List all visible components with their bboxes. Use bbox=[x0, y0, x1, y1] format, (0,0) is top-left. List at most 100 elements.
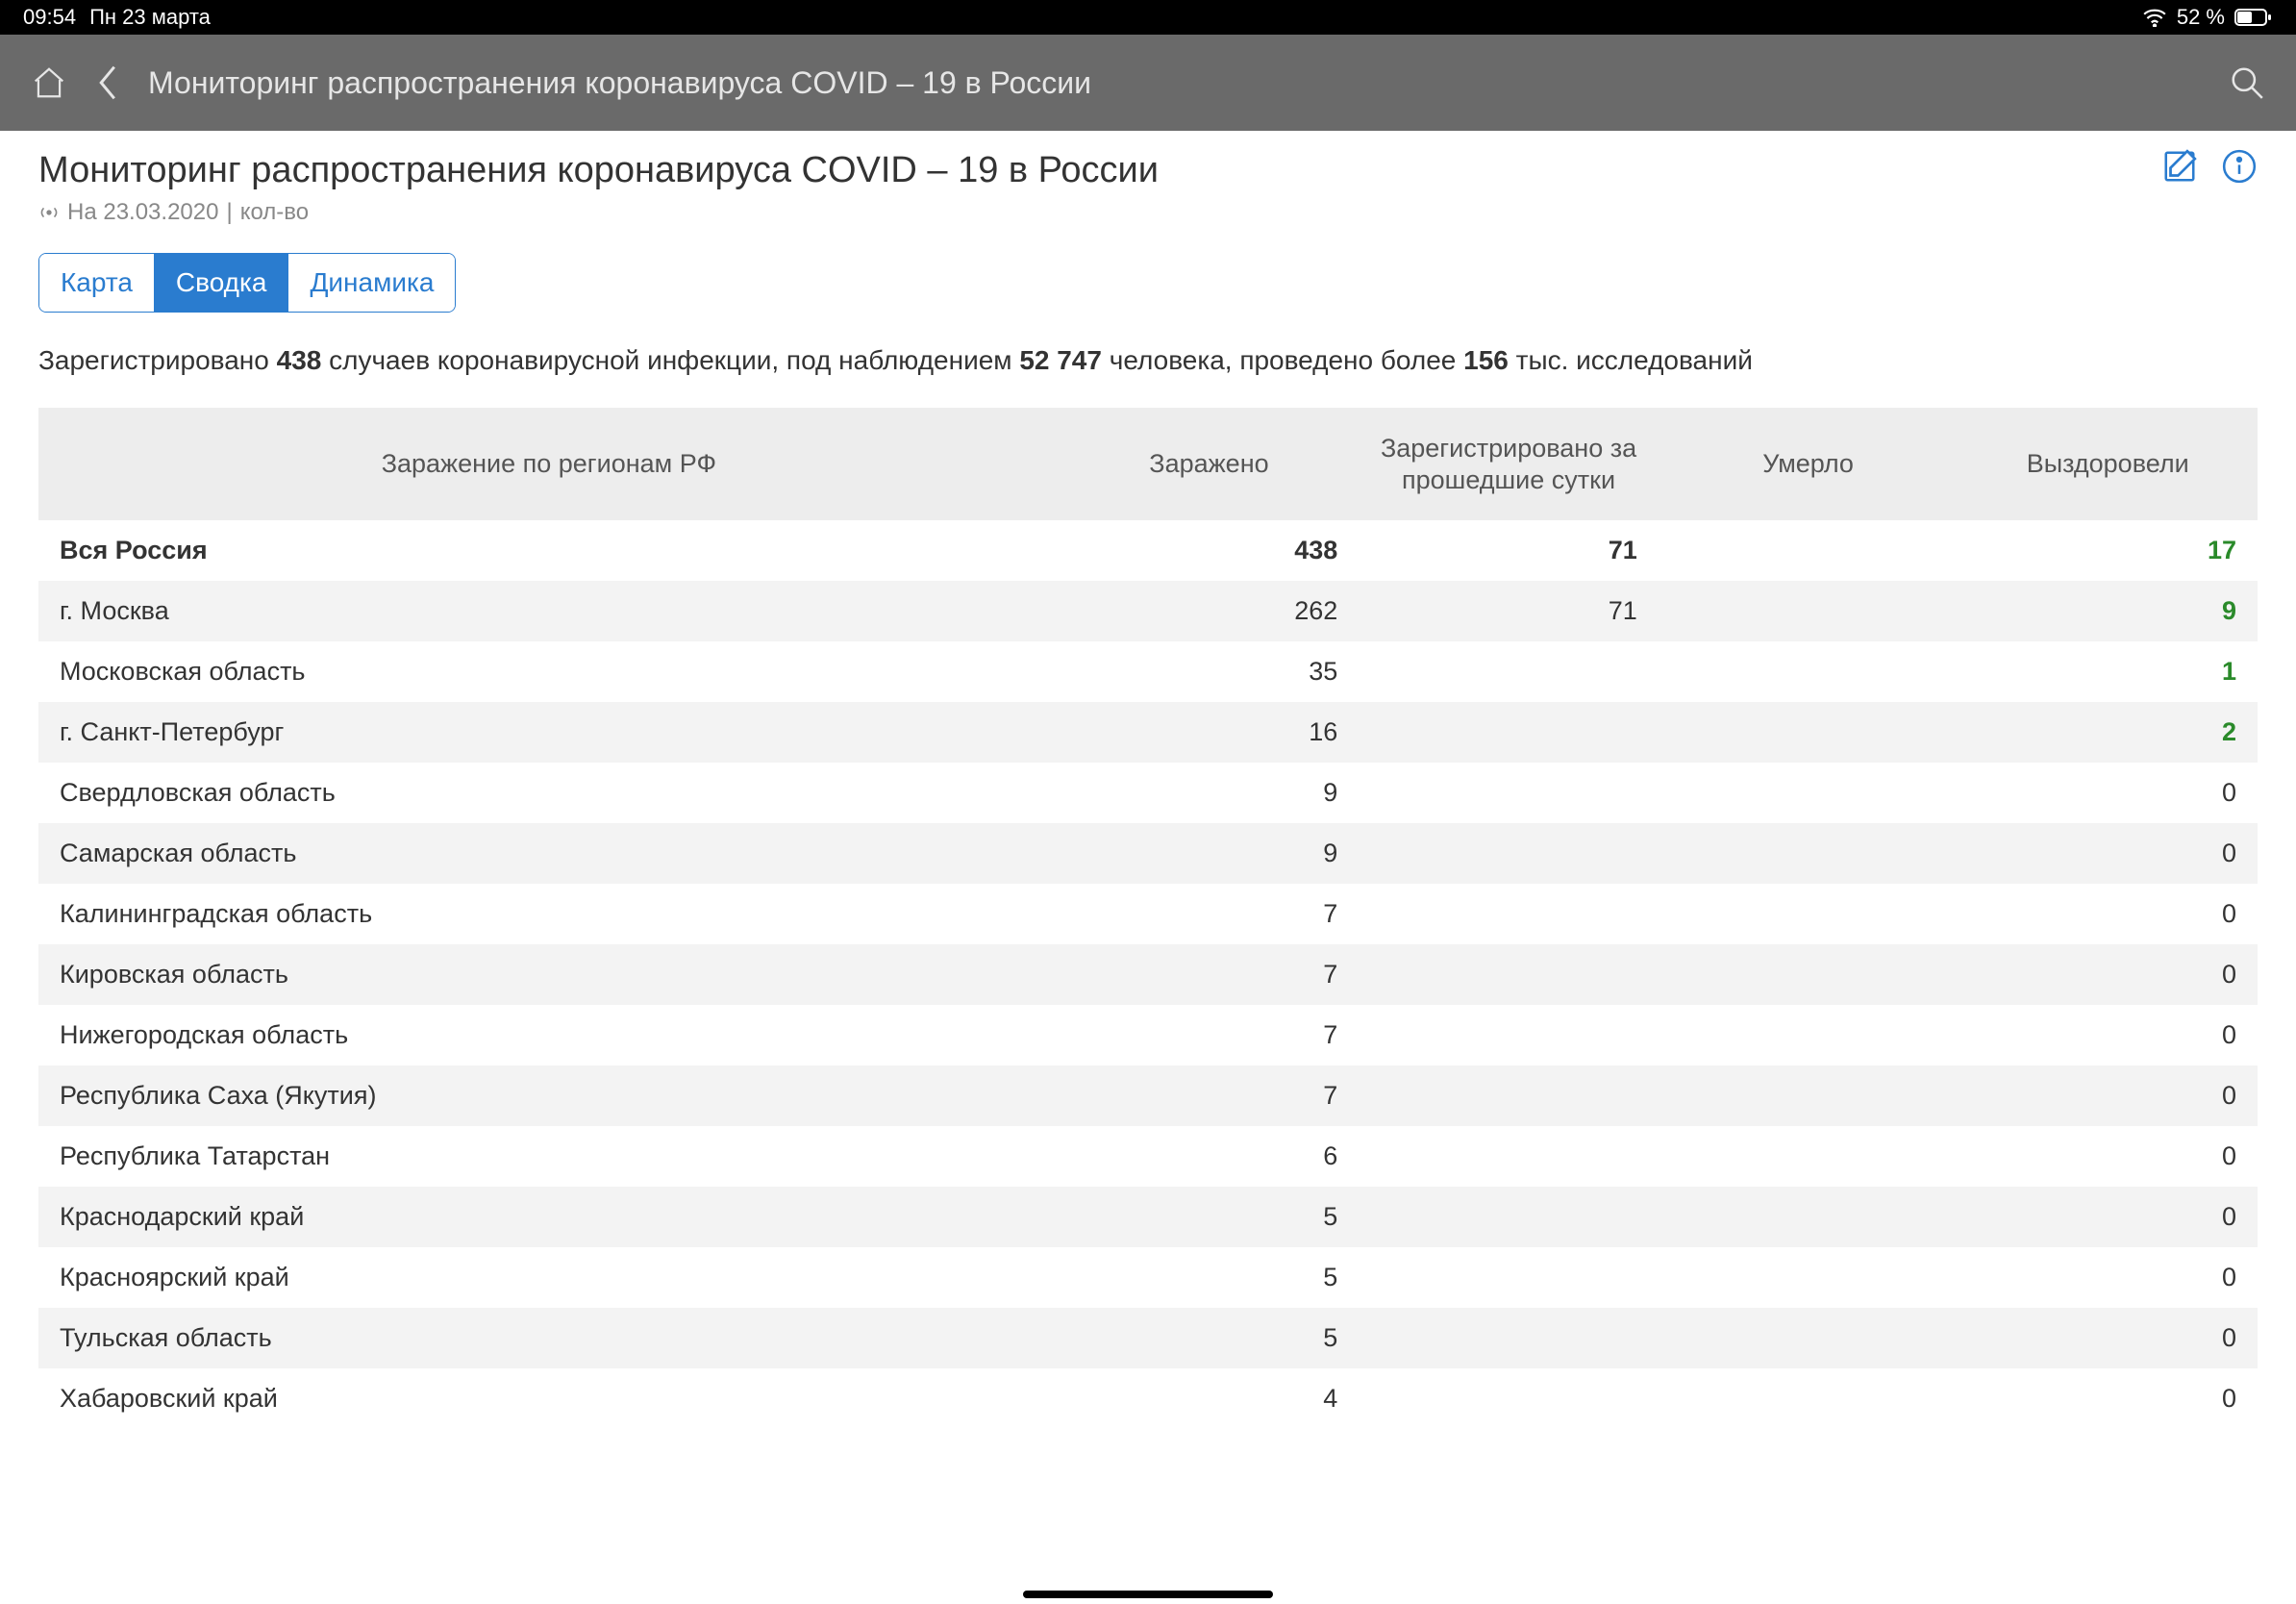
cell-region: Хабаровский край bbox=[38, 1368, 1060, 1429]
table-row[interactable]: Тульская область50 bbox=[38, 1308, 2258, 1368]
status-battery-pct: 52 % bbox=[2177, 5, 2225, 30]
cell-recovered: 0 bbox=[1958, 823, 2258, 884]
summary-t2: случаев коронавирусной инфекции, под наб… bbox=[329, 345, 1011, 375]
cell-infected: 7 bbox=[1060, 1065, 1360, 1126]
home-icon[interactable] bbox=[31, 64, 67, 101]
cell-recovered: 0 bbox=[1958, 763, 2258, 823]
th-last24[interactable]: Зарегистрировано за прошедшие сутки bbox=[1359, 408, 1659, 520]
cell-last24 bbox=[1359, 823, 1659, 884]
cell-last24 bbox=[1359, 944, 1659, 1005]
status-right: 52 % bbox=[2142, 5, 2273, 30]
th-recovered[interactable]: Выздоровели bbox=[1958, 408, 2258, 520]
table-row[interactable]: Красноярский край50 bbox=[38, 1247, 2258, 1308]
table-row[interactable]: г. Москва26271 9 bbox=[38, 581, 2258, 641]
regions-table: Заражение по регионам РФ Заражено Зареги… bbox=[38, 408, 2258, 1429]
cell-last24 bbox=[1359, 702, 1659, 763]
cell-infected: 6 bbox=[1060, 1126, 1360, 1187]
table-row[interactable]: Республика Татарстан6 0 bbox=[38, 1126, 2258, 1187]
summary-v2: 52 747 bbox=[1019, 345, 1102, 375]
subtitle-sep: | bbox=[226, 199, 232, 226]
cell-last24 bbox=[1359, 1187, 1659, 1247]
cell-region: Республика Саха (Якутия) bbox=[38, 1065, 1060, 1126]
table-total-row[interactable]: Вся Россия4387117 bbox=[38, 520, 2258, 581]
cell-infected: 4 bbox=[1060, 1368, 1360, 1429]
table-row[interactable]: Кировская область70 bbox=[38, 944, 2258, 1005]
cell-region: Кировская область bbox=[38, 944, 1060, 1005]
cell-recovered: 0 bbox=[1958, 1065, 2258, 1126]
cell-deaths bbox=[1659, 641, 1959, 702]
cell-recovered: 9 bbox=[1958, 581, 2258, 641]
cell-region: Свердловская область bbox=[38, 763, 1060, 823]
summary-v3: 156 bbox=[1463, 345, 1509, 375]
info-icon[interactable] bbox=[2221, 148, 2258, 189]
home-indicator[interactable] bbox=[1023, 1591, 1273, 1598]
table-row[interactable]: Нижегородская область70 bbox=[38, 1005, 2258, 1065]
cell-region: Нижегородская область bbox=[38, 1005, 1060, 1065]
cell-region: Московская область bbox=[38, 641, 1060, 702]
cell-last24 bbox=[1359, 1065, 1659, 1126]
tabs: Карта Сводка Динамика bbox=[38, 253, 456, 313]
cell-recovered: 0 bbox=[1958, 1126, 2258, 1187]
summary-t3: человека, проведено более bbox=[1110, 345, 1457, 375]
status-bar: 09:54 Пн 23 марта 52 % bbox=[0, 0, 2296, 35]
cell-deaths bbox=[1659, 1368, 1959, 1429]
table-row[interactable]: Краснодарский край50 bbox=[38, 1187, 2258, 1247]
table-row[interactable]: Самарская область90 bbox=[38, 823, 2258, 884]
content-area: Мониторинг распространения коронавируса … bbox=[0, 131, 2296, 1429]
cell-deaths bbox=[1659, 1187, 1959, 1247]
broadcast-icon bbox=[38, 202, 60, 223]
header-title: Мониторинг распространения коронавируса … bbox=[148, 65, 2202, 101]
cell-last24: 71 bbox=[1359, 581, 1659, 641]
cell-deaths bbox=[1659, 1247, 1959, 1308]
cell-deaths bbox=[1659, 944, 1959, 1005]
table-row[interactable]: Московская область351 bbox=[38, 641, 2258, 702]
cell-recovered: 1 bbox=[1958, 641, 2258, 702]
back-icon[interactable] bbox=[94, 64, 121, 101]
cell-infected: 7 bbox=[1060, 1005, 1360, 1065]
cell-infected: 5 bbox=[1060, 1247, 1360, 1308]
summary-t1: Зарегистрировано bbox=[38, 345, 269, 375]
table-header-row: Заражение по регионам РФ Заражено Зареги… bbox=[38, 408, 2258, 520]
cell-region: Вся Россия bbox=[38, 520, 1060, 581]
status-date: Пн 23 марта bbox=[89, 5, 211, 30]
cell-region: Красноярский край bbox=[38, 1247, 1060, 1308]
tab-summary[interactable]: Сводка bbox=[155, 254, 289, 312]
battery-icon bbox=[2234, 8, 2273, 27]
table-row[interactable]: г. Санкт-Петербург162 bbox=[38, 702, 2258, 763]
cell-region: г. Москва bbox=[38, 581, 1060, 641]
cell-deaths bbox=[1659, 702, 1959, 763]
edit-icon[interactable] bbox=[2161, 148, 2198, 189]
cell-infected: 5 bbox=[1060, 1187, 1360, 1247]
cell-recovered: 0 bbox=[1958, 1308, 2258, 1368]
cell-recovered: 0 bbox=[1958, 1187, 2258, 1247]
table-row[interactable]: Хабаровский край40 bbox=[38, 1368, 2258, 1429]
cell-deaths bbox=[1659, 1126, 1959, 1187]
table-row[interactable]: Республика Саха (Якутия)7 0 bbox=[38, 1065, 2258, 1126]
cell-deaths bbox=[1659, 1308, 1959, 1368]
th-infected[interactable]: Заражено bbox=[1060, 408, 1360, 520]
cell-infected: 438 bbox=[1060, 520, 1360, 581]
cell-region: Республика Татарстан bbox=[38, 1126, 1060, 1187]
cell-infected: 262 bbox=[1060, 581, 1360, 641]
status-time: 09:54 bbox=[23, 5, 76, 30]
cell-deaths bbox=[1659, 1065, 1959, 1126]
cell-last24 bbox=[1359, 1005, 1659, 1065]
table-row[interactable]: Калининградская область70 bbox=[38, 884, 2258, 944]
tab-dynamics[interactable]: Динамика bbox=[288, 254, 455, 312]
cell-recovered: 17 bbox=[1958, 520, 2258, 581]
table-body: Вся Россия4387117г. Москва262719Московск… bbox=[38, 520, 2258, 1429]
th-deaths[interactable]: Умерло bbox=[1659, 408, 1959, 520]
cell-infected: 9 bbox=[1060, 763, 1360, 823]
cell-deaths bbox=[1659, 823, 1959, 884]
table-row[interactable]: Свердловская область9 0 bbox=[38, 763, 2258, 823]
cell-region: Самарская область bbox=[38, 823, 1060, 884]
cell-deaths bbox=[1659, 763, 1959, 823]
cell-last24 bbox=[1359, 763, 1659, 823]
tab-map[interactable]: Карта bbox=[39, 254, 155, 312]
cell-region: Калининградская область bbox=[38, 884, 1060, 944]
th-region[interactable]: Заражение по регионам РФ bbox=[38, 408, 1060, 520]
cell-last24 bbox=[1359, 1247, 1659, 1308]
search-icon[interactable] bbox=[2229, 64, 2265, 101]
cell-last24 bbox=[1359, 884, 1659, 944]
cell-infected: 7 bbox=[1060, 944, 1360, 1005]
